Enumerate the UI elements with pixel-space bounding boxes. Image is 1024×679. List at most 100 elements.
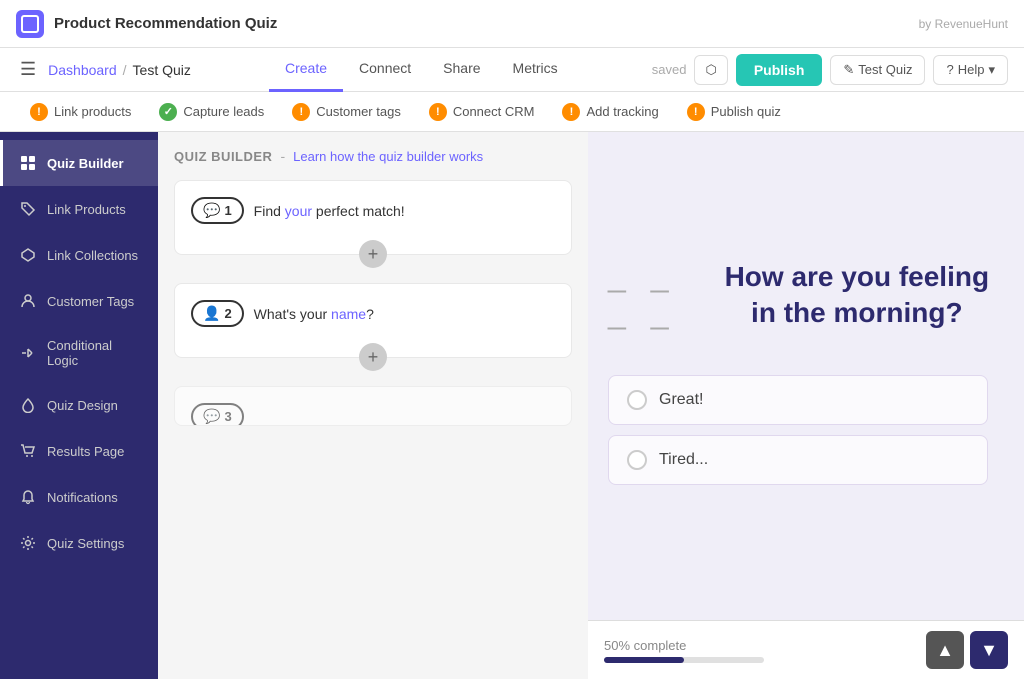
- gear-icon: [19, 534, 37, 552]
- step-capture-leads[interactable]: ✓ Capture leads: [145, 103, 278, 121]
- top-bar-left: Product Recommendation Quiz: [16, 10, 277, 38]
- step-add-tracking-label: Add tracking: [586, 104, 658, 119]
- sidebar-notifications-label: Notifications: [47, 490, 118, 505]
- preview-footer: 50% complete ▲ ▼: [588, 620, 1024, 679]
- step-publish-quiz[interactable]: ! Publish quiz: [673, 103, 795, 121]
- option-1-label: Great!: [659, 391, 703, 409]
- step-link-products-label: Link products: [54, 104, 131, 119]
- question-3-icon: 💬: [203, 408, 220, 425]
- content-area: QUIZ BUILDER - Learn how the quiz builde…: [158, 132, 1024, 679]
- step-link-products[interactable]: ! Link products: [16, 103, 145, 121]
- sidebar: Quiz Builder Link Products Link Collecti…: [0, 132, 158, 679]
- steps-bar: ! Link products ✓ Capture leads ! Custom…: [0, 92, 1024, 132]
- sidebar-item-notifications[interactable]: Notifications: [0, 474, 158, 520]
- test-label: Test Quiz: [858, 62, 912, 77]
- logo-icon: [21, 15, 39, 33]
- main-layout: Quiz Builder Link Products Link Collecti…: [0, 132, 1024, 679]
- test-quiz-button[interactable]: ✎ Test Quiz: [830, 55, 925, 85]
- step-warning-icon-3: !: [429, 103, 447, 121]
- breadcrumb-separator: /: [123, 62, 127, 78]
- grid-icon: [19, 154, 37, 172]
- tab-create[interactable]: Create: [269, 48, 343, 92]
- drop-icon: [19, 396, 37, 414]
- help-question-icon: ?: [946, 62, 953, 77]
- add-question-after-2-button[interactable]: +: [359, 343, 387, 371]
- step-capture-leads-label: Capture leads: [183, 104, 264, 119]
- top-bar: Product Recommendation Quiz by RevenueHu…: [0, 0, 1024, 48]
- bell-icon: [19, 488, 37, 506]
- step-warning-icon-2: !: [292, 103, 310, 121]
- test-icon: ✎: [843, 62, 854, 78]
- step-publish-quiz-label: Publish quiz: [711, 104, 781, 119]
- sidebar-link-collections-label: Link Collections: [47, 248, 138, 263]
- help-label: Help: [958, 62, 985, 77]
- tag-icon: [19, 200, 37, 218]
- logic-icon: [19, 344, 37, 362]
- step-connect-crm-label: Connect CRM: [453, 104, 535, 119]
- chat-icon: 💬: [203, 202, 220, 219]
- question-card-1: 💬 1 Find your perfect match! +: [174, 180, 572, 255]
- sidebar-item-link-collections[interactable]: Link Collections: [0, 232, 158, 278]
- person-icon: [19, 292, 37, 310]
- tab-share[interactable]: Share: [427, 48, 496, 92]
- progress-section: 50% complete: [604, 637, 764, 663]
- step-success-icon: ✓: [159, 103, 177, 121]
- breadcrumb-dashboard[interactable]: Dashboard: [48, 62, 117, 78]
- preview-option-1[interactable]: Great!: [608, 375, 988, 425]
- option-radio-2: [627, 450, 647, 470]
- sidebar-link-products-label: Link Products: [47, 202, 126, 217]
- hamburger-button[interactable]: ☰: [16, 55, 40, 84]
- step-customer-tags-label: Customer tags: [316, 104, 401, 119]
- preview-option-2[interactable]: Tired...: [608, 435, 988, 485]
- question-3-header: 💬 3: [191, 403, 555, 426]
- sidebar-item-quiz-design[interactable]: Quiz Design: [0, 382, 158, 428]
- question-2-header: 👤 2 What's your name?: [191, 300, 555, 327]
- app-logo: [16, 10, 44, 38]
- preview-question-text: How are you feeling in the morning?: [710, 259, 1004, 332]
- next-arrow-button[interactable]: ▼: [970, 631, 1008, 669]
- question-card-3: 💬 3: [174, 386, 572, 426]
- help-chevron-icon: ▾: [988, 62, 995, 78]
- publish-button[interactable]: Publish: [736, 54, 823, 86]
- preview-options: Great! Tired...: [608, 375, 1004, 495]
- sidebar-item-quiz-builder[interactable]: Quiz Builder: [0, 140, 158, 186]
- preview-dashes: _ _ _ _: [608, 257, 702, 331]
- nav-tabs: Create Connect Share Metrics: [269, 48, 574, 92]
- sidebar-results-page-label: Results Page: [47, 444, 124, 459]
- breadcrumb-current: Test Quiz: [133, 62, 191, 78]
- sidebar-quiz-design-label: Quiz Design: [47, 398, 118, 413]
- sidebar-item-quiz-settings[interactable]: Quiz Settings: [0, 520, 158, 566]
- sidebar-item-conditional-logic[interactable]: Conditional Logic: [0, 324, 158, 382]
- help-button[interactable]: ? Help ▾: [933, 55, 1008, 85]
- tab-connect[interactable]: Connect: [343, 48, 427, 92]
- nav-left: ☰ Dashboard / Test Quiz: [16, 55, 191, 84]
- step-warning-icon-4: !: [562, 103, 580, 121]
- question-2-text[interactable]: What's your name?: [254, 306, 374, 322]
- question-1-number: 1: [224, 203, 231, 218]
- step-add-tracking[interactable]: ! Add tracking: [548, 103, 672, 121]
- step-connect-crm[interactable]: ! Connect CRM: [415, 103, 549, 121]
- sidebar-customer-tags-label: Customer Tags: [47, 294, 134, 309]
- saved-indicator: saved: [652, 62, 687, 77]
- add-question-after-1-button[interactable]: +: [359, 240, 387, 268]
- prev-arrow-button[interactable]: ▲: [926, 631, 964, 669]
- dash-separator: -: [280, 148, 285, 164]
- learn-more-link[interactable]: Learn how the quiz builder works: [293, 149, 483, 164]
- tab-metrics[interactable]: Metrics: [497, 48, 574, 92]
- nav-arrows: ▲ ▼: [926, 631, 1008, 669]
- sidebar-item-link-products[interactable]: Link Products: [0, 186, 158, 232]
- sidebar-quiz-builder-label: Quiz Builder: [47, 156, 124, 171]
- progress-text: 50% complete: [604, 638, 686, 653]
- highlight-name: name: [331, 306, 366, 322]
- question-1-header: 💬 1 Find your perfect match!: [191, 197, 555, 224]
- save-icon-button[interactable]: ⬡: [694, 55, 727, 85]
- step-warning-icon-5: !: [687, 103, 705, 121]
- nav-bar: ☰ Dashboard / Test Quiz Create Connect S…: [0, 48, 1024, 92]
- step-customer-tags[interactable]: ! Customer tags: [278, 103, 415, 121]
- question-1-badge: 💬 1: [191, 197, 244, 224]
- question-3-number: 3: [224, 409, 231, 424]
- sidebar-item-results-page[interactable]: Results Page: [0, 428, 158, 474]
- question-1-text[interactable]: Find your perfect match!: [254, 203, 405, 219]
- sidebar-item-customer-tags[interactable]: Customer Tags: [0, 278, 158, 324]
- cart-icon: [19, 442, 37, 460]
